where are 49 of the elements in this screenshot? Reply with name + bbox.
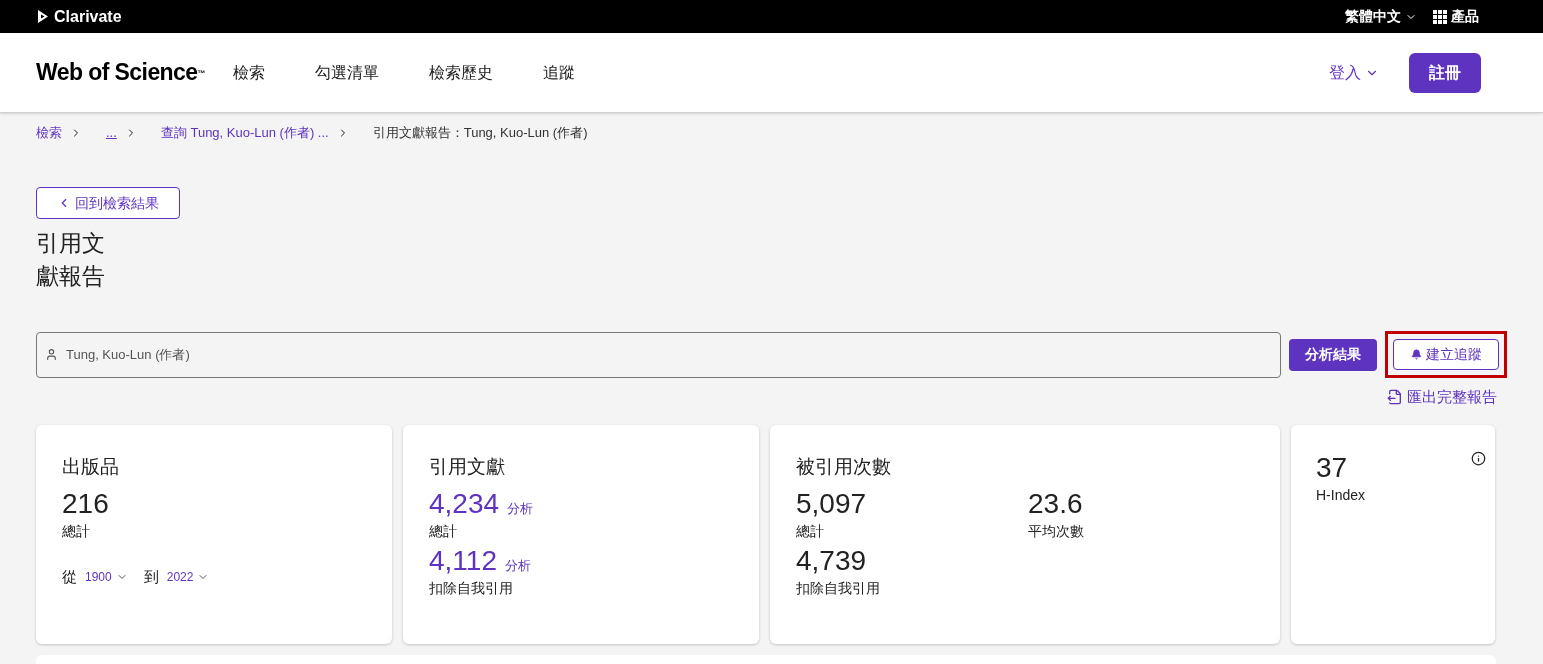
year-dropdown[interactable]: 2022 xyxy=(166,568,210,587)
products-menu[interactable]: 產品 xyxy=(1433,6,1479,27)
page-title: 引用文獻報告 xyxy=(36,229,106,291)
stat-value: 4,234 xyxy=(429,487,500,521)
breadcrumb-ellipsis[interactable]: ... xyxy=(106,123,117,143)
stat-value: 216 xyxy=(62,487,110,521)
nav-link[interactable]: 檢索 xyxy=(232,60,265,85)
site-logo: Web of Science$^{™}$ xyxy=(36,58,205,88)
breadcrumb-current: 引用文獻報告：Tung, Kuo-Lun (作者) xyxy=(372,124,588,143)
from-label: 從 xyxy=(62,567,77,587)
stat-label: 扣除自我引用 xyxy=(796,579,881,598)
language-menu[interactable]: 繁體中文 xyxy=(1345,6,1417,27)
breadcrumb-link[interactable]: 檢索 xyxy=(36,123,62,143)
nav-link[interactable]: 勾選清單 xyxy=(314,60,379,85)
logo-icon xyxy=(36,9,50,24)
grid-icon xyxy=(1433,9,1447,24)
analyze-button[interactable]: 分析結果 xyxy=(1289,338,1377,371)
stat-label: H-Index xyxy=(1316,485,1366,505)
info-icon[interactable] xyxy=(1471,450,1486,466)
stat-value: 37 xyxy=(1316,450,1349,485)
nav-link[interactable]: 檢索歷史 xyxy=(428,60,493,85)
breadcrumb-link[interactable]: 查詢 Tung, Kuo-Lun (作者) ... xyxy=(160,123,329,143)
stat-value: 4,739 xyxy=(796,544,868,578)
back-button[interactable]: 回到檢索結果 xyxy=(36,187,180,219)
stat-label: 總計 xyxy=(62,522,91,541)
search-field[interactable]: Tung, Kuo-Lun (作者) xyxy=(36,331,1281,378)
stat-value: 23.6 xyxy=(1028,487,1084,521)
register-button[interactable]: 註冊 xyxy=(1409,52,1481,93)
analyze-link[interactable]: 分析 xyxy=(505,556,531,576)
card-title: 引用文獻 xyxy=(429,454,506,479)
stat-label: 總計 xyxy=(429,522,458,541)
card-title: 被引用次數 xyxy=(796,454,892,479)
create-alert-button[interactable]: 建立追蹤 xyxy=(1393,339,1499,370)
stat-value: 4,112 xyxy=(429,544,497,578)
stat-label: 平均次數 xyxy=(1028,522,1085,541)
nav-link[interactable]: 追蹤 xyxy=(542,60,575,85)
export-link[interactable]: 匯出完整報告 xyxy=(1387,386,1497,409)
card-title: 出版品 xyxy=(62,454,120,479)
year-dropdown[interactable]: 1900 xyxy=(85,568,128,587)
to-label: 到 xyxy=(143,567,159,587)
analyze-link[interactable]: 分析 xyxy=(507,499,534,519)
stat-label: 總計 xyxy=(796,522,825,541)
brand-name: Clarivate xyxy=(54,6,122,27)
export-icon xyxy=(1387,389,1403,406)
person-icon xyxy=(45,348,58,361)
login-menu[interactable]: 登入 xyxy=(1329,60,1379,85)
stat-value: 5,097 xyxy=(796,487,868,521)
stat-label: 扣除自我引用 xyxy=(429,579,514,598)
bell-icon xyxy=(1410,349,1422,360)
